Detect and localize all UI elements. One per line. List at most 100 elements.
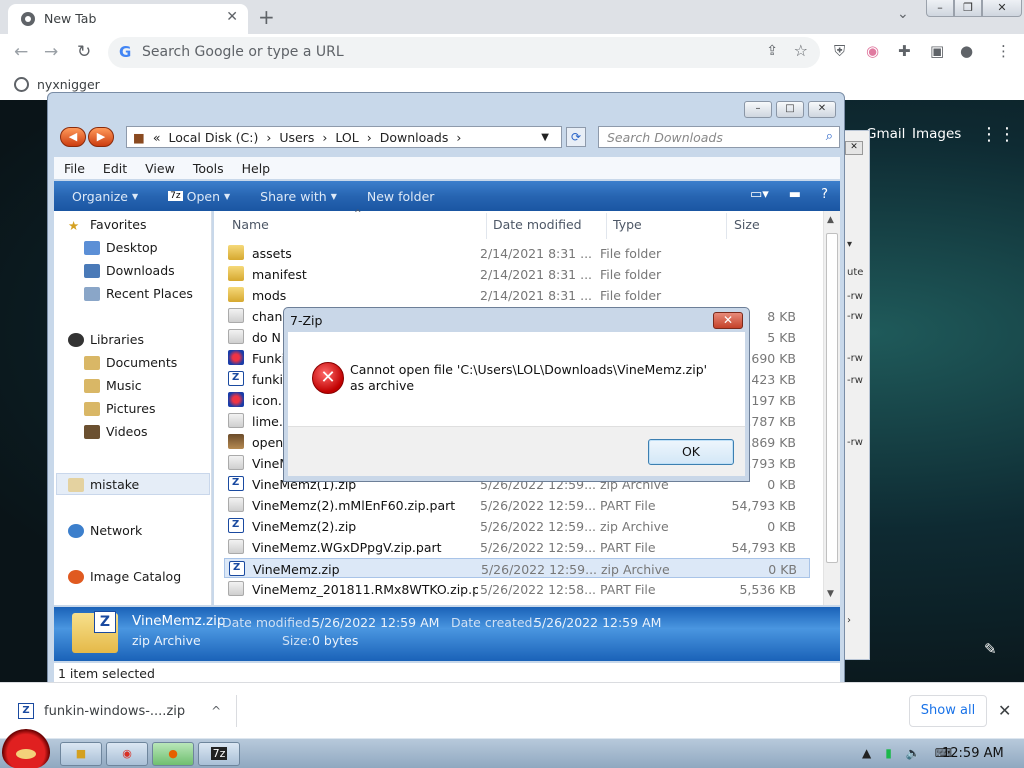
new-tab-button[interactable]: + xyxy=(258,5,275,29)
breadcrumb-sep[interactable]: › xyxy=(456,130,461,145)
column-header-size[interactable]: Size xyxy=(734,217,760,232)
omnibox[interactable]: G Search Google or type a URL ⇪ ☆ xyxy=(108,37,820,68)
vertical-scrollbar[interactable]: ▲ ▼ xyxy=(823,211,840,605)
ok-button[interactable]: OK xyxy=(648,439,734,465)
extensions-puzzle-icon[interactable]: ✚ xyxy=(898,42,911,60)
file-row[interactable]: VineMemz(2).mMlEnF60.zip.part 5/26/2022 1… xyxy=(224,495,810,515)
restore-button[interactable]: ❐ xyxy=(954,0,982,17)
column-header-type[interactable]: Type xyxy=(613,217,642,232)
file-row[interactable]: VineMemz(2).zip 5/26/2022 12:59...zip Arc… xyxy=(224,516,810,536)
extension-flag-icon[interactable]: ◉ xyxy=(866,42,879,60)
file-row[interactable]: mods 2/14/2021 8:31 ... File folder xyxy=(224,285,810,305)
dropdown-chevron-icon[interactable]: ▾ xyxy=(847,239,852,250)
refresh-icon[interactable]: ⟳ xyxy=(566,127,586,147)
views-icon[interactable]: ▭▾ xyxy=(750,187,769,202)
nav-videos[interactable]: Videos xyxy=(84,424,148,439)
nav-libraries[interactable]: Libraries xyxy=(68,332,144,347)
taskbar-clock[interactable]: 12:59 AM xyxy=(942,746,1004,761)
minimize-button[interactable]: – xyxy=(926,0,954,17)
menu-file[interactable]: File xyxy=(64,161,85,176)
back-button[interactable]: ◀ xyxy=(60,127,86,147)
bookmark-star-icon[interactable]: ☆ xyxy=(794,41,808,60)
customize-pencil-icon[interactable]: ✎ xyxy=(984,640,997,658)
side-panel-icon[interactable]: ▣ xyxy=(930,42,944,60)
column-divider[interactable] xyxy=(726,213,727,239)
nav-favorites[interactable]: ★ Favorites xyxy=(68,217,146,233)
new-folder-button[interactable]: New folder xyxy=(367,189,435,204)
gmail-link[interactable]: Gmail xyxy=(866,126,905,142)
nav-pictures[interactable]: Pictures xyxy=(84,401,156,416)
column-header-date[interactable]: Date modified xyxy=(493,217,582,232)
nav-network[interactable]: Network xyxy=(68,523,142,538)
ublock-icon[interactable]: ⛨ xyxy=(834,42,845,60)
scroll-up-icon[interactable]: ▲ xyxy=(827,215,834,225)
taskbar-explorer-button[interactable]: ■ xyxy=(60,742,102,766)
breadcrumb-users[interactable]: Users xyxy=(279,130,314,145)
address-bar[interactable]: ■ « Local Disk (C:) › Users › LOL › Down… xyxy=(126,126,562,148)
close-icon[interactable]: ✕ xyxy=(845,141,863,155)
nav-mistake[interactable]: mistake xyxy=(68,477,139,492)
tab-search-chevron-icon[interactable]: ⌄ xyxy=(897,6,909,22)
file-row[interactable]: VineMemz_201811.RMx8WTKO.zip.p... 5/26/20… xyxy=(224,579,810,599)
nav-desktop[interactable]: Desktop xyxy=(84,240,158,255)
nav-downloads[interactable]: Downloads xyxy=(84,263,175,278)
apps-grid-icon[interactable]: ⋮⋮⋮ xyxy=(980,124,1024,145)
organize-button[interactable]: Organize ▼ xyxy=(72,189,138,204)
explorer-close-button[interactable]: ✕ xyxy=(808,101,836,118)
menu-view[interactable]: View xyxy=(145,161,175,176)
tab-close-icon[interactable]: ✕ xyxy=(226,9,238,25)
forward-arrow-icon[interactable]: → xyxy=(44,42,58,62)
file-row[interactable]: assets 2/14/2021 8:31 ... File folder xyxy=(224,243,810,263)
show-all-button[interactable]: Show all xyxy=(909,695,987,727)
scroll-thumb[interactable] xyxy=(826,233,838,563)
file-row[interactable]: VineMemz.WGxDPpgV.zip.part 5/26/2022 12:5… xyxy=(224,537,810,557)
browser-menu-icon[interactable]: ⋮ xyxy=(996,42,1011,60)
address-dropdown-icon[interactable]: ▼ xyxy=(541,132,549,143)
tray-expand-icon[interactable]: ▲ xyxy=(862,746,871,760)
battery-icon[interactable]: ▮ xyxy=(885,746,892,760)
chevron-up-icon[interactable]: ^ xyxy=(211,704,221,718)
file-row[interactable]: manifest 2/14/2021 8:31 ... File folder xyxy=(224,264,810,284)
search-downloads-input[interactable]: Search Downloads ⌕ xyxy=(598,126,840,148)
start-orb-angry-bird-icon[interactable] xyxy=(2,729,50,768)
scroll-down-icon[interactable]: ▼ xyxy=(827,589,834,599)
nav-documents[interactable]: Documents xyxy=(84,355,177,370)
nav-music[interactable]: Music xyxy=(84,378,142,393)
share-icon[interactable]: ⇪ xyxy=(766,43,778,59)
share-with-button[interactable]: Share with ▼ xyxy=(260,189,337,204)
download-item[interactable]: Z funkin-windows-....zip ^ xyxy=(18,703,221,719)
breadcrumb-chevron[interactable]: « xyxy=(153,130,161,145)
reload-icon[interactable]: ↻ xyxy=(77,42,91,62)
forward-button[interactable]: ▶ xyxy=(88,127,114,147)
explorer-maximize-button[interactable]: □ xyxy=(776,101,804,118)
open-button[interactable]: 7z Open ▼ xyxy=(168,189,230,204)
menu-tools[interactable]: Tools xyxy=(193,161,224,176)
breadcrumb-lol[interactable]: LOL xyxy=(335,130,358,145)
taskbar-chrome-button[interactable]: ◉ xyxy=(106,742,148,766)
menu-help[interactable]: Help xyxy=(242,161,271,176)
breadcrumb-sep[interactable]: › xyxy=(266,130,271,145)
profile-avatar-icon[interactable]: ● xyxy=(960,42,973,60)
breadcrumb-sep[interactable]: › xyxy=(322,130,327,145)
volume-icon[interactable]: 🔈 xyxy=(906,746,921,760)
column-divider[interactable] xyxy=(486,213,487,239)
breadcrumb-sep[interactable]: › xyxy=(367,130,372,145)
nav-recent-places[interactable]: Recent Places xyxy=(84,286,193,301)
breadcrumb-local-disk[interactable]: Local Disk (C:) xyxy=(168,130,258,145)
back-arrow-icon[interactable]: ← xyxy=(14,42,28,62)
menu-edit[interactable]: Edit xyxy=(103,161,127,176)
help-icon[interactable]: ? xyxy=(821,187,828,202)
downloads-close-icon[interactable]: ✕ xyxy=(998,701,1011,720)
dialog-close-button[interactable]: ✕ xyxy=(713,312,743,329)
preview-pane-icon[interactable]: ▬ xyxy=(789,187,801,202)
breadcrumb-downloads[interactable]: Downloads xyxy=(380,130,449,145)
file-row[interactable]: VineMemz.zip 5/26/2022 12:59...zip Archiv… xyxy=(224,558,810,578)
tab-new-tab[interactable]: New Tab ✕ xyxy=(8,4,248,34)
close-button[interactable]: ✕ xyxy=(982,0,1022,17)
search-icon[interactable]: ⌕ xyxy=(826,129,833,144)
column-header-name[interactable]: Name xyxy=(232,217,269,232)
column-divider[interactable] xyxy=(606,213,607,239)
explorer-minimize-button[interactable]: – xyxy=(744,101,772,118)
nav-image-catalog[interactable]: Image Catalog xyxy=(68,569,181,584)
scroll-right-icon[interactable]: › xyxy=(847,615,851,626)
